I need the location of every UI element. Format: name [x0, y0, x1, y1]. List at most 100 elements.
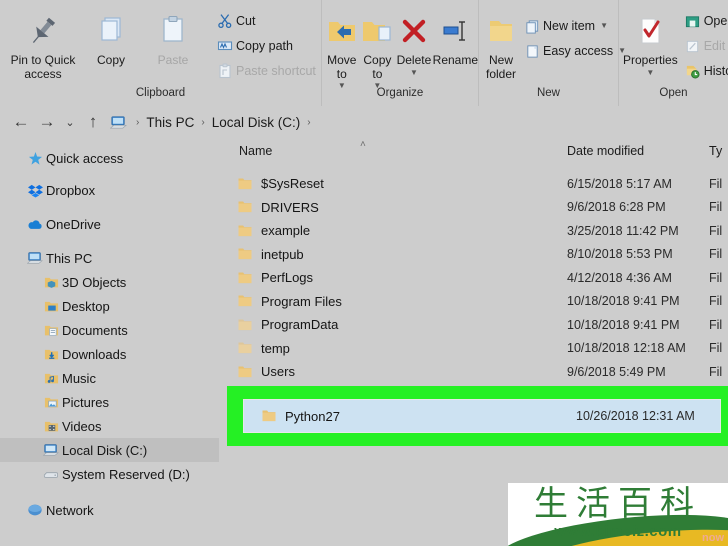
sidebar-item-music[interactable]: Music: [0, 366, 219, 390]
file-date: 8/10/2018 5:53 PM: [567, 247, 673, 262]
watermark-cjk-text: 生活百科: [534, 484, 702, 524]
copy-path-button[interactable]: Copy path: [212, 34, 320, 58]
chevron-down-icon[interactable]: ▼: [646, 68, 654, 77]
sidebar-item-local-disk-c[interactable]: Local Disk (C:): [0, 438, 219, 462]
rename-button[interactable]: Rename: [433, 6, 478, 68]
breadcrumb-this-pc[interactable]: This PC: [142, 113, 198, 132]
ribbon-group-new-title: New: [536, 87, 560, 99]
column-header-type[interactable]: Ty: [709, 144, 722, 158]
sidebar-item-downloads[interactable]: Downloads: [0, 342, 219, 366]
rename-label: Rename: [432, 53, 479, 67]
edit-button[interactable]: Edit: [680, 34, 728, 58]
column-headers: ˄ Name Date modified Ty: [219, 140, 728, 166]
paste-shortcut-icon: [214, 61, 236, 81]
chevron-down-icon[interactable]: ▼: [600, 22, 608, 30]
table-row-selected[interactable]: Python27 10/26/2018 12:31 AM: [243, 399, 721, 433]
file-type: Fil: [709, 176, 723, 191]
copy-button[interactable]: Copy: [80, 6, 142, 68]
table-row[interactable]: ProgramData 10/18/2018 9:41 PM Fil: [219, 313, 728, 337]
file-date: 9/6/2018 6:28 PM: [567, 200, 666, 215]
column-header-date-modified[interactable]: Date modified: [567, 144, 644, 158]
breadcrumb-separator[interactable]: ›: [304, 117, 313, 128]
sidebar-item-label: Desktop: [62, 298, 110, 314]
table-row[interactable]: PerfLogs 4/12/2018 4:36 AM Fil: [219, 266, 728, 290]
recent-locations-button[interactable]: ⌄: [60, 109, 80, 135]
move-to-button[interactable]: Move to ▼: [324, 6, 360, 90]
documents-folder-icon: [40, 321, 62, 339]
scissors-icon: [214, 11, 236, 31]
file-name: Python27: [285, 408, 340, 424]
sidebar-item-system-reserved-d[interactable]: System Reserved (D:): [0, 462, 219, 486]
sidebar-item-label: 3D Objects: [62, 274, 127, 290]
ribbon-group-organize-title: Organize: [376, 87, 424, 99]
file-rows: $SysReset 6/15/2018 5:17 AM Fil DRIVERS …: [219, 172, 728, 384]
paste-button[interactable]: Paste: [142, 6, 204, 68]
cut-button[interactable]: Cut: [212, 9, 320, 33]
sidebar-item-videos[interactable]: Videos: [0, 414, 219, 438]
table-row[interactable]: DRIVERS 9/6/2018 6:28 PM Fil: [219, 196, 728, 220]
folder-icon: [237, 317, 253, 333]
sidebar-item-label: Local Disk (C:): [62, 442, 148, 458]
up-button[interactable]: ↑: [80, 109, 106, 135]
file-type: Fil: [709, 294, 723, 309]
new-folder-button[interactable]: New folder: [485, 6, 517, 81]
breadcrumb-local-disk-c[interactable]: Local Disk (C:): [208, 113, 305, 132]
column-header-name[interactable]: Name: [239, 144, 272, 158]
new-item-icon: [521, 16, 543, 36]
sidebar-item-onedrive[interactable]: OneDrive: [0, 212, 219, 236]
watermark-ghost-text: now: [702, 532, 724, 544]
table-row[interactable]: Program Files 10/18/2018 9:41 PM Fil: [219, 290, 728, 314]
sidebar-item-3d-objects[interactable]: 3D Objects: [0, 270, 219, 294]
file-name: Users: [261, 364, 295, 380]
sidebar-item-this-pc[interactable]: This PC: [0, 246, 219, 270]
file-type: Fil: [709, 200, 723, 215]
copy-to-button[interactable]: Copy to ▼: [360, 6, 396, 90]
edit-icon: [682, 36, 704, 56]
sidebar-item-documents[interactable]: Documents: [0, 318, 219, 342]
new-item-button[interactable]: New item ▼: [519, 14, 630, 38]
sidebar-item-dropbox[interactable]: Dropbox: [0, 178, 219, 202]
folder-icon: [237, 364, 253, 380]
sidebar-item-desktop[interactable]: Desktop: [0, 294, 219, 318]
sidebar-item-quick-access[interactable]: Quick access: [0, 146, 219, 170]
back-button[interactable]: ←: [8, 109, 34, 135]
file-name: ProgramData: [261, 317, 339, 333]
history-button[interactable]: History: [680, 59, 728, 83]
sidebar-item-label: Videos: [62, 418, 102, 434]
pin-to-quick-access-button[interactable]: Pin to Quick access: [6, 6, 80, 81]
ribbon-group-open: Properties ▼ Open: [619, 0, 728, 106]
file-name: PerfLogs: [261, 270, 314, 286]
table-row[interactable]: example 3/25/2018 11:42 PM Fil: [219, 219, 728, 243]
move-to-icon: [326, 10, 358, 52]
properties-button[interactable]: Properties ▼: [623, 6, 678, 77]
file-type: Fil: [709, 317, 723, 332]
table-row[interactable]: inetpub 8/10/2018 5:53 PM Fil: [219, 243, 728, 267]
sidebar-item-label: Dropbox: [46, 182, 96, 198]
file-date: 4/12/2018 4:36 AM: [567, 270, 672, 285]
table-row[interactable]: $SysReset 6/15/2018 5:17 AM Fil: [219, 172, 728, 196]
paste-label: Paste: [157, 53, 189, 67]
sidebar-item-label: This PC: [46, 250, 93, 266]
easy-access-label: Easy access: [543, 44, 614, 58]
open-button[interactable]: Open: [680, 9, 728, 33]
table-row[interactable]: temp 10/18/2018 12:18 AM Fil: [219, 337, 728, 361]
breadcrumb-separator: ›: [136, 116, 140, 128]
sidebar-item-pictures[interactable]: Pictures: [0, 390, 219, 414]
file-date: 10/26/2018 12:31 AM: [576, 409, 695, 423]
paste-shortcut-button[interactable]: Paste shortcut: [212, 59, 320, 83]
easy-access-button[interactable]: Easy access ▼: [519, 39, 630, 63]
local-disk-icon: [40, 441, 62, 459]
file-name: temp: [261, 340, 290, 356]
table-row[interactable]: Users 9/6/2018 5:49 PM Fil: [219, 360, 728, 384]
forward-button[interactable]: →: [34, 109, 60, 135]
copy-path-icon: [214, 36, 236, 56]
file-type: Fil: [709, 223, 723, 238]
sidebar-item-network[interactable]: Network: [0, 498, 219, 522]
star-icon: [24, 149, 46, 167]
open-label: Open: [703, 14, 728, 28]
delete-button[interactable]: Delete ▼: [395, 6, 432, 77]
pin-to-quick-access-label: Pin to Quick access: [10, 53, 76, 81]
file-type: Fil: [709, 341, 723, 356]
chevron-down-icon[interactable]: ▼: [410, 68, 418, 77]
dropbox-icon: [24, 181, 46, 199]
